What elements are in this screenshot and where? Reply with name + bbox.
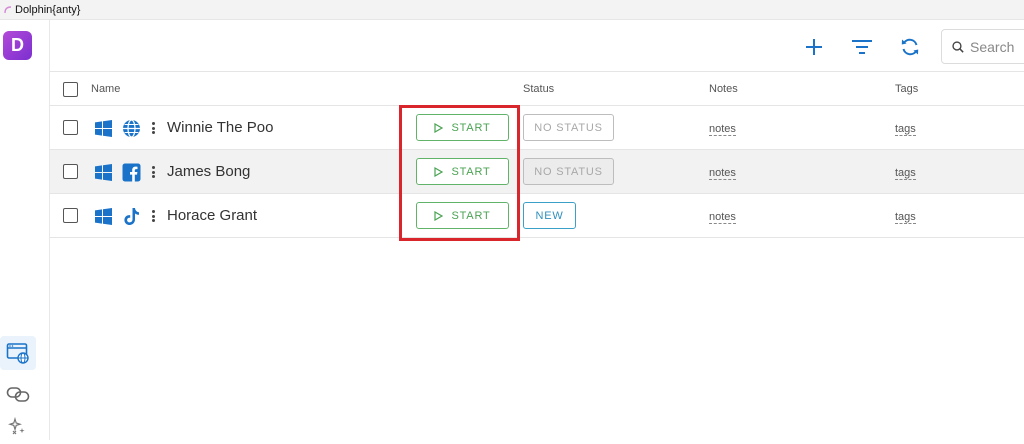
- tags-field[interactable]: tags: [895, 123, 916, 136]
- tags-field[interactable]: tags: [895, 211, 916, 224]
- profiles-table: Name Status Notes Tags Winnie The Poo ST…: [50, 71, 1024, 238]
- search-input[interactable]: [970, 38, 1024, 55]
- notes-field[interactable]: notes: [709, 123, 736, 136]
- play-icon: [434, 122, 444, 133]
- add-profile-button[interactable]: [802, 35, 826, 59]
- status-badge[interactable]: NO STATUS: [523, 158, 614, 185]
- app-icon: [3, 5, 13, 15]
- table-header: Name Status Notes Tags: [50, 71, 1024, 106]
- profile-name[interactable]: James Bong: [167, 163, 250, 180]
- link-icon: [6, 387, 30, 402]
- header-notes[interactable]: Notes: [709, 83, 738, 95]
- row-checkbox[interactable]: [63, 208, 78, 223]
- window-titlebar: Dolphin{anty}: [0, 0, 1024, 20]
- start-label: START: [451, 209, 491, 222]
- search-icon: [952, 40, 964, 53]
- facebook-icon: [122, 163, 141, 182]
- header-name[interactable]: Name: [91, 83, 120, 95]
- notes-field[interactable]: notes: [709, 211, 736, 224]
- filter-icon: [852, 40, 872, 54]
- start-label: START: [451, 165, 491, 178]
- table-row[interactable]: Winnie The Poo START NO STATUS notes tag…: [50, 106, 1024, 150]
- tags-field[interactable]: tags: [895, 167, 916, 180]
- globe-icon: [123, 119, 140, 138]
- row-checkbox[interactable]: [63, 120, 78, 135]
- refresh-icon: [901, 38, 919, 56]
- start-button[interactable]: START: [416, 114, 509, 141]
- sidebar-item-automation[interactable]: [0, 410, 36, 444]
- window-title: Dolphin{anty}: [15, 3, 81, 16]
- table-row[interactable]: James Bong START NO STATUS notes tags: [50, 150, 1024, 194]
- table-row[interactable]: Horace Grant START NEW notes tags: [50, 194, 1024, 238]
- row-checkbox[interactable]: [63, 164, 78, 179]
- profile-name[interactable]: Winnie The Poo: [167, 119, 273, 136]
- sidebar-item-proxies[interactable]: [0, 377, 36, 411]
- search-box[interactable]: [941, 29, 1024, 64]
- play-icon: [434, 210, 444, 221]
- header-status[interactable]: Status: [523, 83, 554, 95]
- status-badge[interactable]: NEW: [523, 202, 576, 229]
- profile-name[interactable]: Horace Grant: [167, 207, 257, 224]
- row-menu-button[interactable]: [148, 163, 158, 181]
- notes-field[interactable]: notes: [709, 167, 736, 180]
- header-tags[interactable]: Tags: [895, 83, 918, 95]
- start-button[interactable]: START: [416, 158, 509, 185]
- tiktok-icon: [124, 208, 139, 225]
- windows-icon: [95, 164, 112, 181]
- play-icon: [434, 166, 444, 177]
- start-label: START: [451, 121, 491, 134]
- refresh-button[interactable]: [898, 35, 922, 59]
- sidebar-item-profiles[interactable]: [0, 336, 36, 370]
- start-button[interactable]: START: [416, 202, 509, 229]
- sidebar: D: [0, 20, 50, 440]
- sparkle-icon: [8, 416, 25, 435]
- browser-profiles-icon: [6, 343, 29, 364]
- row-menu-button[interactable]: [148, 119, 158, 137]
- row-menu-button[interactable]: [148, 207, 158, 225]
- filter-button[interactable]: [850, 35, 874, 59]
- plus-icon: [806, 39, 822, 55]
- status-badge[interactable]: NO STATUS: [523, 114, 614, 141]
- windows-icon: [95, 208, 112, 225]
- app-logo[interactable]: D: [3, 31, 32, 60]
- windows-icon: [95, 120, 112, 137]
- select-all-checkbox[interactable]: [63, 82, 78, 97]
